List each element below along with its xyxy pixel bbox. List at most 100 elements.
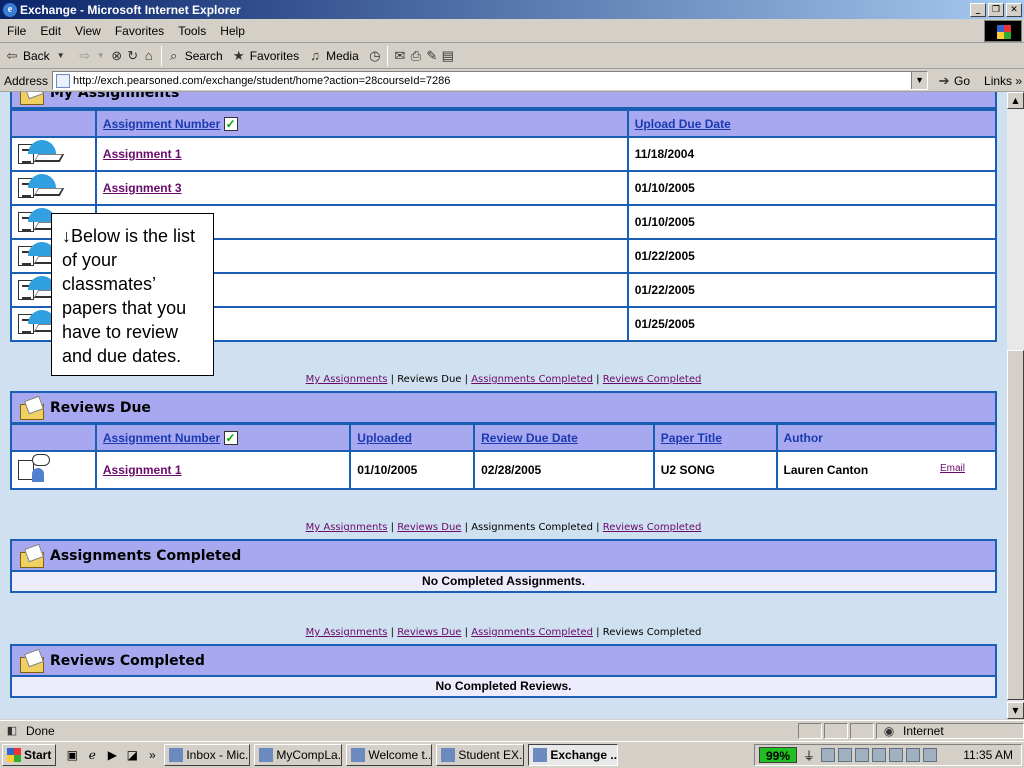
stop-icon[interactable]: ⊗: [109, 48, 125, 64]
mail-icon[interactable]: ✉: [392, 48, 408, 64]
nav-reviews-due-link[interactable]: Reviews Due: [397, 627, 461, 638]
assignment-number-header-link[interactable]: Assignment Number: [103, 117, 220, 131]
network-computer-icon[interactable]: [923, 748, 938, 762]
nav-assignments-completed-link[interactable]: Assignments Completed: [471, 627, 593, 638]
media-icon: ♫: [310, 48, 320, 63]
taskbar-item-active[interactable]: Exchange ...: [528, 744, 619, 766]
section-title: Assignments Completed: [50, 547, 242, 564]
menu-view[interactable]: View: [68, 24, 108, 38]
upload-due-date-header-link[interactable]: Upload Due Date: [635, 117, 731, 131]
scroll-up-icon[interactable]: ▲: [1007, 92, 1024, 109]
section-title: Reviews Completed: [50, 652, 205, 669]
minimize-button[interactable]: _: [970, 2, 986, 17]
show-desktop-icon[interactable]: ▣: [64, 747, 80, 763]
nav-reviews-completed-link[interactable]: Reviews Completed: [603, 522, 702, 533]
nav-my-assignments-link[interactable]: My Assignments: [306, 627, 388, 638]
go-label: Go: [954, 73, 971, 88]
page-icon: [56, 73, 71, 88]
go-button[interactable]: ➔ Go: [936, 73, 970, 89]
printer-icon[interactable]: [872, 748, 887, 762]
taskbar-item[interactable]: Welcome t...: [346, 744, 433, 766]
ie-icon: [533, 748, 548, 762]
upload-icon[interactable]: [18, 139, 65, 166]
close-button[interactable]: ✕: [1006, 2, 1022, 17]
taskbar-item[interactable]: MyCompLa...: [254, 744, 343, 766]
table-cell: 11/18/2004: [626, 136, 998, 172]
review-icon[interactable]: [18, 453, 54, 484]
assignment-number-header-link[interactable]: Assignment Number: [103, 431, 220, 445]
network-icon[interactable]: [821, 748, 836, 762]
address-url[interactable]: http://exch.pearsoned.com/exchange/stude…: [73, 75, 450, 87]
assignment-link[interactable]: Assignment 1: [103, 463, 182, 477]
scroll-thumb[interactable]: [1007, 350, 1024, 700]
maximize-button[interactable]: ❐: [988, 2, 1004, 17]
favorites-icon: ★: [232, 48, 245, 63]
print-icon[interactable]: ⎙: [408, 48, 424, 64]
battery-indicator[interactable]: 99%: [759, 747, 798, 763]
nav-assignments-completed-link[interactable]: Assignments Completed: [471, 374, 593, 385]
window-title: Exchange - Microsoft Internet Explorer: [20, 2, 241, 17]
nav-separator: |: [387, 522, 398, 533]
folder-icon: [18, 545, 46, 568]
menu-favorites[interactable]: Favorites: [108, 24, 171, 38]
nav-separator: |: [593, 522, 603, 533]
assignment-link[interactable]: Assignment 3: [103, 181, 182, 195]
assignment-link[interactable]: Assignment 1: [103, 147, 182, 161]
vertical-scrollbar[interactable]: ▲ ▼: [1007, 92, 1024, 719]
taskbar-item[interactable]: Inbox - Mic...: [164, 744, 251, 766]
paper-title-header-link[interactable]: Paper Title: [661, 431, 722, 445]
search-button[interactable]: ⌕ Search: [166, 48, 223, 64]
links-button[interactable]: Links »: [984, 74, 1022, 88]
monitor-icon[interactable]: [889, 748, 904, 762]
chevron-down-icon[interactable]: ▼: [93, 48, 109, 64]
display-icon[interactable]: [906, 748, 921, 762]
nav-my-assignments-link[interactable]: My Assignments: [306, 522, 388, 533]
outlook-icon: [169, 748, 184, 762]
table-cell: 01/22/2005: [626, 272, 998, 308]
menu-edit[interactable]: Edit: [33, 24, 68, 38]
taskbar-item[interactable]: Student EX...: [436, 744, 525, 766]
address-input[interactable]: http://exch.pearsoned.com/exchange/stude…: [52, 71, 929, 90]
antivirus-icon[interactable]: [855, 748, 870, 762]
media-player-icon[interactable]: ▶: [104, 747, 120, 763]
home-icon[interactable]: ⌂: [141, 48, 157, 64]
page-content: My Assignments Assignment Number ✓ Uploa…: [0, 92, 1007, 719]
start-button[interactable]: Start: [2, 744, 57, 766]
status-bar: ◧ Done ◉ Internet: [0, 720, 1024, 740]
outlook-icon[interactable]: ◪: [124, 747, 140, 763]
scroll-down-icon[interactable]: ▼: [1007, 702, 1024, 719]
review-due-date-header-link[interactable]: Review Due Date: [481, 431, 578, 445]
email-link[interactable]: Email: [940, 463, 965, 474]
chevron-down-icon[interactable]: ▼: [53, 48, 69, 64]
ie-icon[interactable]: ℯ: [84, 747, 100, 763]
table-cell: 02/28/2005: [473, 450, 655, 490]
refresh-icon[interactable]: ↻: [125, 48, 141, 64]
reviews-completed-header: Reviews Completed: [10, 644, 997, 677]
upload-icon[interactable]: [18, 173, 65, 200]
table-cell: 01/10/2005: [626, 170, 998, 206]
volume-icon[interactable]: [838, 748, 853, 762]
history-icon[interactable]: ◷: [367, 48, 383, 64]
taskbar-item-label: MyCompLa...: [276, 748, 343, 762]
more-icon[interactable]: »: [144, 747, 160, 763]
media-button[interactable]: ♫ Media: [307, 48, 359, 64]
nav-separator: |: [387, 374, 398, 385]
chevron-down-icon[interactable]: ▼: [911, 72, 928, 89]
nav-reviews-completed-link[interactable]: Reviews Completed: [603, 374, 702, 385]
menu-file[interactable]: File: [0, 24, 33, 38]
ie-icon: [259, 748, 274, 762]
favorites-button[interactable]: ★ Favorites: [231, 48, 299, 64]
uploaded-header-link[interactable]: Uploaded: [357, 431, 412, 445]
edit-icon[interactable]: ✎: [424, 48, 440, 64]
discuss-icon[interactable]: ▤: [440, 48, 456, 64]
go-arrow-icon: ➔: [938, 72, 950, 88]
links-label: Links: [984, 73, 1013, 88]
clock[interactable]: 11:35 AM: [963, 748, 1013, 762]
power-plug-icon[interactable]: ⏚: [803, 747, 815, 764]
menu-help[interactable]: Help: [213, 24, 252, 38]
back-button[interactable]: ⇦ Back ▼: [4, 48, 69, 64]
menu-tools[interactable]: Tools: [171, 24, 213, 38]
forward-arrow-icon[interactable]: ⇨: [77, 48, 93, 64]
nav-my-assignments-link[interactable]: My Assignments: [306, 374, 388, 385]
nav-reviews-due-link[interactable]: Reviews Due: [397, 522, 461, 533]
